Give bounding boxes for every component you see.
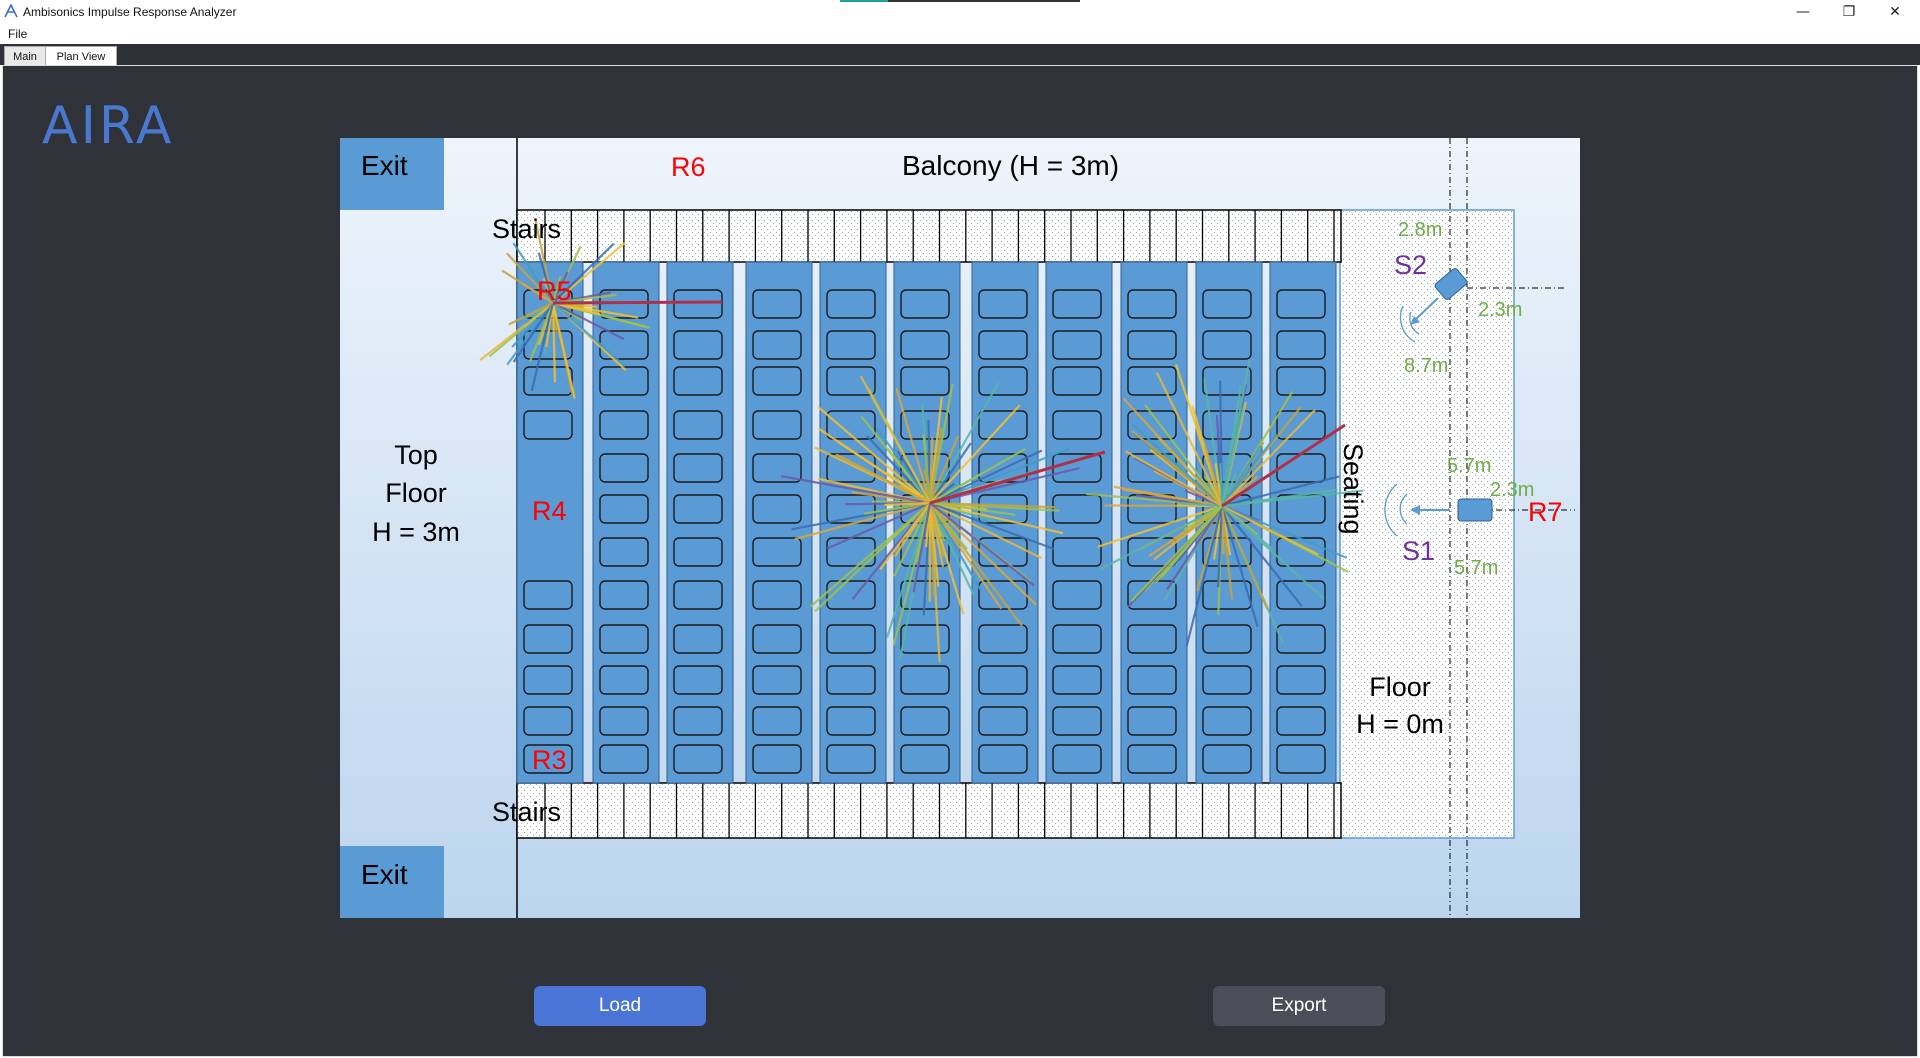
dim-s2-bottom: 8.7m <box>1404 355 1448 377</box>
dim-s2-top: 2.8m <box>1398 219 1442 241</box>
seating-label: Seating <box>1338 443 1368 535</box>
receiver-r7-label: R7 <box>1528 497 1563 527</box>
exit-top-label: Exit <box>361 150 408 181</box>
export-button[interactable]: Export <box>1213 986 1385 1026</box>
aira-logo: AIRA <box>42 96 175 156</box>
balcony-label: Balcony (H = 3m) <box>902 150 1119 181</box>
restore-button[interactable]: ❐ <box>1826 0 1872 24</box>
source-s1-label: S1 <box>1402 536 1435 566</box>
minimize-button[interactable]: — <box>1780 0 1826 24</box>
floor-plan: Exit Exit Balcony (H = 3m) Stairs Stairs… <box>340 138 1580 918</box>
load-button[interactable]: Load <box>534 986 706 1026</box>
tab-main[interactable]: Main <box>4 46 46 66</box>
receiver-r6-label: R6 <box>671 152 706 182</box>
receiver-r5-label: R5 <box>537 276 572 306</box>
floor-plan-svg: Exit Exit Balcony (H = 3m) Stairs Stairs… <box>340 138 1580 918</box>
dim-s1-right: 2.3m <box>1490 479 1534 501</box>
direct-ray-r5 <box>552 300 723 305</box>
top-floor-label-1: Top <box>394 440 438 470</box>
dim-s1-top: 5.7m <box>1447 455 1491 477</box>
source-s2-label: S2 <box>1394 250 1427 280</box>
stairs-top-area <box>517 210 1341 262</box>
menu-file[interactable]: File <box>8 27 27 41</box>
progress-bar <box>840 0 1080 2</box>
progress-fill <box>840 0 888 2</box>
title-bar: Ambisonics Impulse Response Analyzer — ❐… <box>0 0 1920 26</box>
dim-s1-bottom: 5.7m <box>1454 557 1498 579</box>
floor-label-1: Floor <box>1369 672 1431 702</box>
dim-s2-right: 2.3m <box>1478 299 1522 321</box>
stairs-bottom-area <box>517 783 1341 838</box>
receiver-r3-label: R3 <box>532 745 567 775</box>
exit-bottom-label: Exit <box>361 859 408 890</box>
app-icon <box>4 4 18 18</box>
top-floor-label-2: Floor <box>385 478 447 508</box>
top-floor-label-3: H = 3m <box>372 517 460 547</box>
close-button[interactable]: ✕ <box>1872 0 1918 24</box>
floor-label-2: H = 0m <box>1356 709 1444 739</box>
stairs-top-label: Stairs <box>492 214 561 244</box>
stairs-bottom-label: Stairs <box>492 797 561 827</box>
menu-bar: File <box>0 26 1920 44</box>
tab-plan-view[interactable]: Plan View <box>45 46 117 66</box>
window-title: Ambisonics Impulse Response Analyzer <box>23 5 237 19</box>
tab-bar: Main Plan View <box>0 44 1920 66</box>
receiver-r4-label: R4 <box>532 496 567 526</box>
